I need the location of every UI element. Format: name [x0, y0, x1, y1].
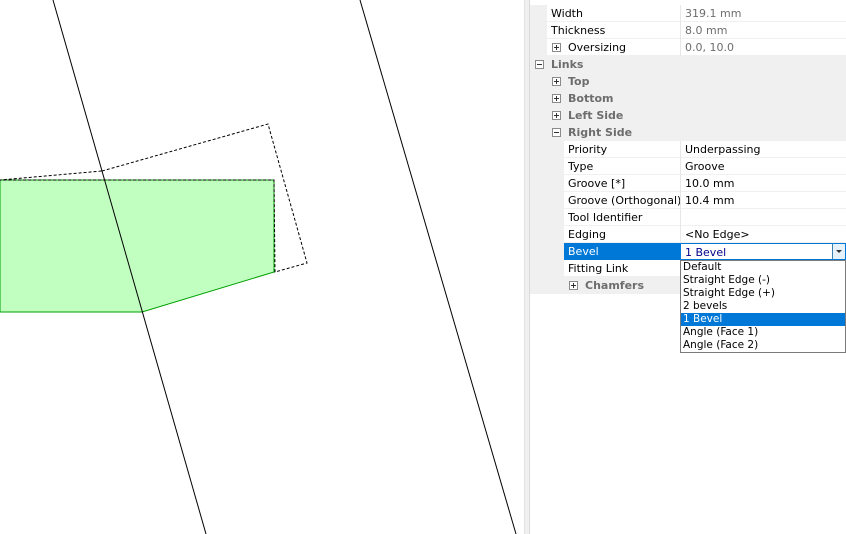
- group-label-top: Top: [568, 75, 590, 88]
- dropdown-option[interactable]: Straight Edge (-): [681, 274, 845, 287]
- expand-plus-icon[interactable]: [552, 94, 561, 103]
- expand-plus-icon[interactable]: [552, 43, 561, 52]
- dropdown-option[interactable]: Angle (Face 2): [681, 339, 845, 352]
- prop-row-oversizing[interactable]: Oversizing 0.0, 10.0: [530, 39, 846, 56]
- group-label-right-side: Right Side: [568, 126, 633, 139]
- dropdown-option[interactable]: 2 bevels: [681, 300, 845, 313]
- prop-row-thickness[interactable]: Thickness 8.0 mm: [530, 22, 846, 39]
- prop-label-groove: Groove [*]: [568, 177, 626, 190]
- group-right-side[interactable]: Right Side: [530, 124, 846, 141]
- prop-label-width: Width: [551, 7, 583, 20]
- dropdown-option[interactable]: Angle (Face 1): [681, 326, 845, 339]
- dropdown-option-selected[interactable]: 1 Bevel: [681, 313, 845, 326]
- prop-row-edging[interactable]: Edging <No Edge>: [530, 226, 846, 243]
- prop-row-groove[interactable]: Groove [*] 10.0 mm: [530, 175, 846, 192]
- prop-value-groove[interactable]: 10.0 mm: [680, 175, 846, 192]
- group-bottom[interactable]: Bottom: [530, 90, 846, 107]
- prop-row-priority[interactable]: Priority Underpassing: [530, 141, 846, 158]
- bevel-combobox[interactable]: 1 Bevel: [680, 243, 846, 260]
- prop-label-thickness: Thickness: [551, 24, 606, 37]
- bevel-combobox-value: 1 Bevel: [685, 246, 727, 259]
- cut-line-right[interactable]: [359, 0, 517, 534]
- prop-row-width[interactable]: Width 319.1 mm: [530, 5, 846, 22]
- prop-value-oversizing[interactable]: 0.0, 10.0: [680, 39, 846, 56]
- group-top[interactable]: Top: [530, 73, 846, 90]
- prop-label-groove-orthogonal: Groove (Orthogonal): [568, 194, 682, 207]
- collapse-minus-icon[interactable]: [535, 60, 544, 69]
- group-label-chamfers: Chamfers: [585, 279, 645, 292]
- expand-plus-icon[interactable]: [552, 77, 561, 86]
- prop-row-bevel[interactable]: Bevel 1 Bevel: [530, 243, 846, 260]
- prop-label-tool-identifier: Tool Identifier: [568, 211, 643, 224]
- prop-value-tool-identifier[interactable]: [680, 209, 846, 226]
- dropdown-arrow-icon[interactable]: [832, 244, 845, 259]
- group-label-left-side: Left Side: [568, 109, 624, 122]
- drawing-canvas[interactable]: [0, 0, 524, 534]
- group-links[interactable]: Links: [530, 56, 846, 73]
- expand-plus-icon[interactable]: [552, 111, 561, 120]
- prop-row-groove-orthogonal[interactable]: Groove (Orthogonal) 10.4 mm: [530, 192, 846, 209]
- prop-label-edging: Edging: [568, 228, 606, 241]
- prop-row-tool-identifier[interactable]: Tool Identifier: [530, 209, 846, 226]
- dropdown-option[interactable]: Default: [681, 261, 845, 274]
- bevel-dropdown-list[interactable]: Default Straight Edge (-) Straight Edge …: [680, 260, 846, 353]
- group-label-bottom: Bottom: [568, 92, 614, 105]
- collapse-minus-icon[interactable]: [552, 128, 561, 137]
- prop-label-fitting-link: Fitting Link: [568, 262, 629, 275]
- prop-label-bevel: Bevel: [564, 243, 680, 260]
- dropdown-option[interactable]: Straight Edge (+): [681, 287, 845, 300]
- prop-value-thickness[interactable]: 8.0 mm: [680, 22, 846, 39]
- drawing-svg[interactable]: [0, 0, 524, 534]
- prop-label-type: Type: [568, 160, 594, 173]
- prop-value-width[interactable]: 319.1 mm: [680, 5, 846, 22]
- prop-value-edging[interactable]: <No Edge>: [680, 226, 846, 243]
- group-label-links: Links: [551, 58, 584, 71]
- prop-label-priority: Priority: [568, 143, 608, 156]
- prop-value-priority[interactable]: Underpassing: [680, 141, 846, 158]
- group-left-side[interactable]: Left Side: [530, 107, 846, 124]
- prop-label-oversizing: Oversizing: [568, 41, 627, 54]
- prop-value-type[interactable]: Groove: [680, 158, 846, 175]
- expand-plus-icon[interactable]: [569, 281, 578, 290]
- prop-value-groove-orthogonal[interactable]: 10.4 mm: [680, 192, 846, 209]
- prop-row-type[interactable]: Type Groove: [530, 158, 846, 175]
